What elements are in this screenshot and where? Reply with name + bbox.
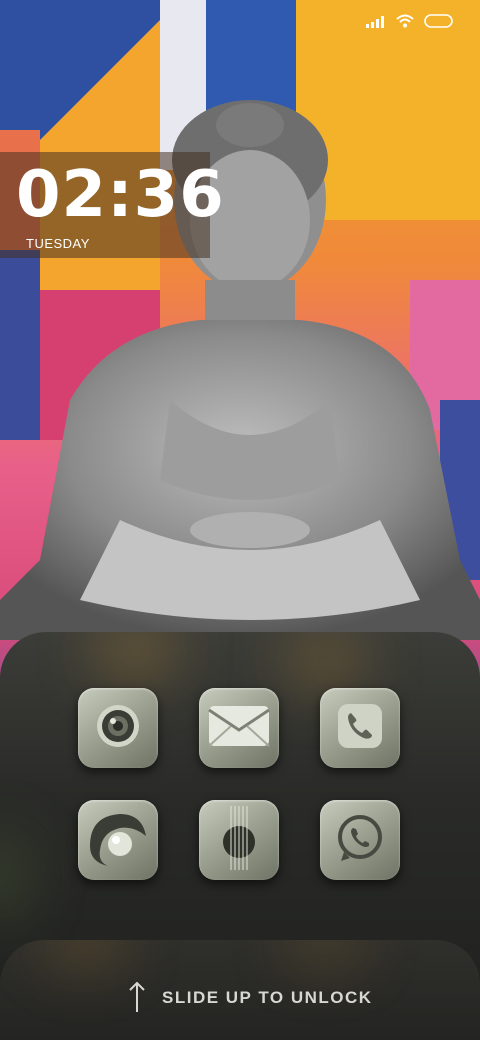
music-app-button[interactable] xyxy=(199,800,279,880)
clock-time: 02:36 xyxy=(16,158,225,232)
unlock-label: SLIDE UP TO UNLOCK xyxy=(162,988,373,1007)
wifi-icon xyxy=(396,14,414,33)
phone-icon xyxy=(334,700,386,757)
mail-icon xyxy=(207,702,271,755)
whatsapp-icon xyxy=(332,810,388,871)
gallery-app-button[interactable] xyxy=(78,800,158,880)
camera-app-button[interactable] xyxy=(78,688,158,768)
status-bar xyxy=(366,14,454,33)
app-grid xyxy=(78,688,400,882)
signal-icon xyxy=(366,15,386,33)
guitar-icon xyxy=(209,805,269,875)
phone-app-button[interactable] xyxy=(320,688,400,768)
mail-app-button[interactable] xyxy=(199,688,279,768)
arrow-up-icon xyxy=(128,980,146,1019)
unlock-bar[interactable]: SLIDE UP TO UNLOCK xyxy=(0,940,480,1040)
clock-widget: 02:36 TUESDAY xyxy=(0,152,224,258)
whatsapp-app-button[interactable] xyxy=(320,800,400,880)
gallery-icon xyxy=(86,806,150,875)
clock-day: TUESDAY xyxy=(26,236,90,251)
battery-icon xyxy=(424,14,454,33)
camera-icon xyxy=(91,699,145,758)
